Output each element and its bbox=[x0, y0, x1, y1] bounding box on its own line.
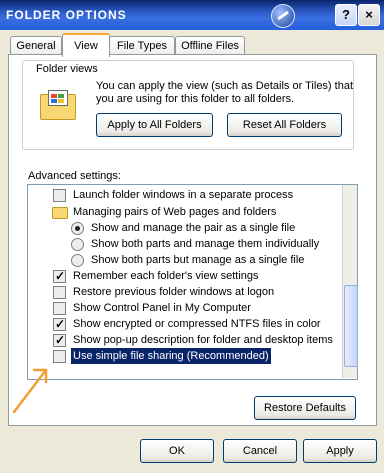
annotation-arrow-icon bbox=[12, 368, 48, 414]
folder-options-dialog: Folder Options ? × General View File Typ… bbox=[0, 0, 384, 473]
tab-view[interactable]: View bbox=[62, 33, 110, 57]
